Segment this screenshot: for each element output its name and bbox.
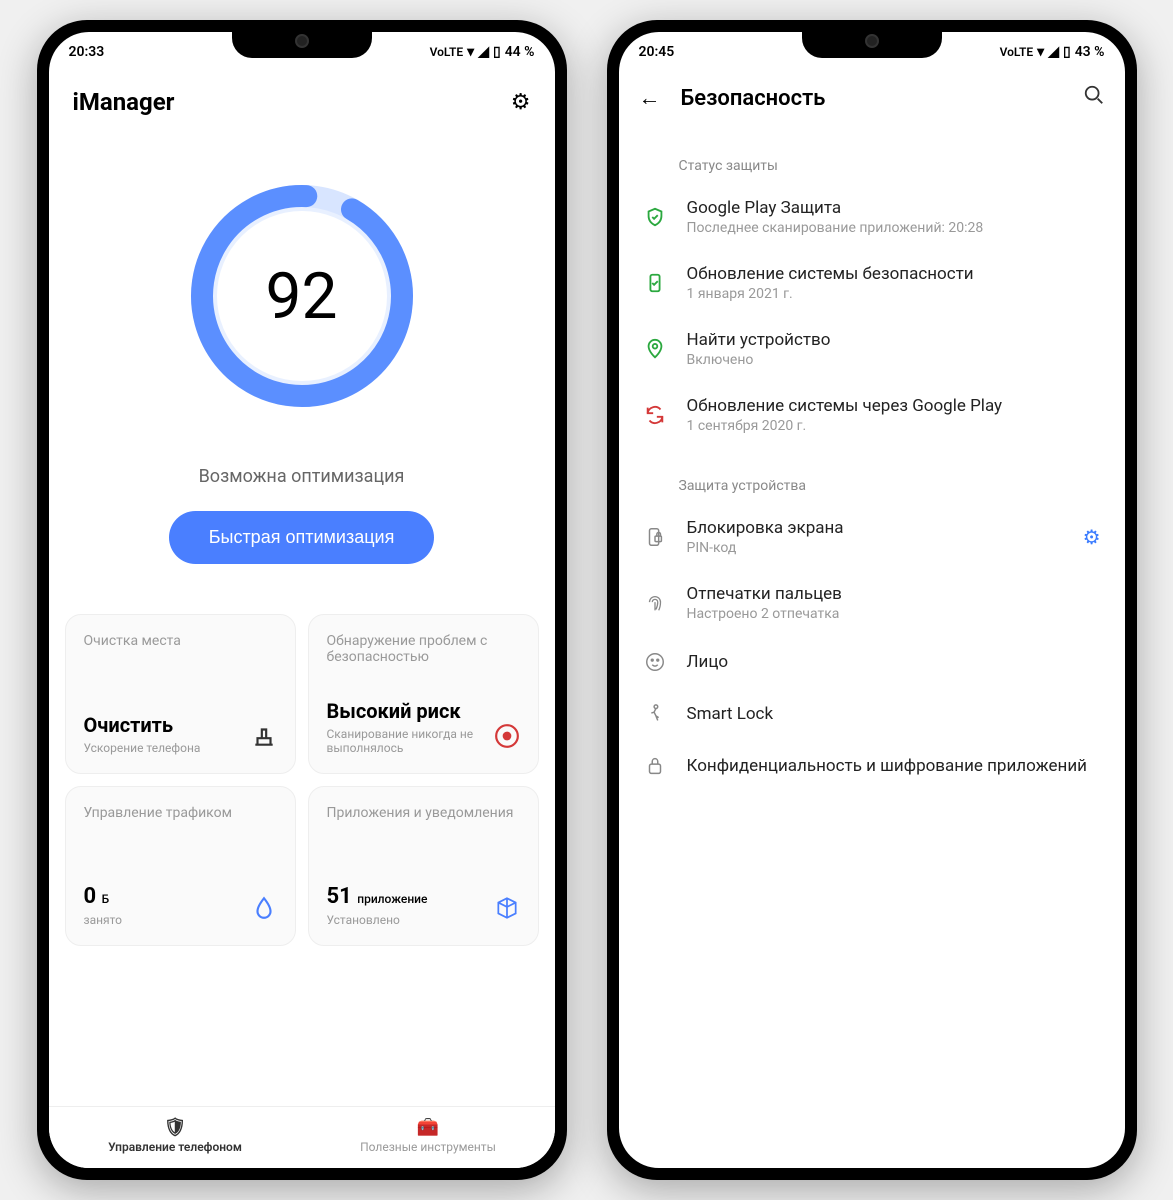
camera <box>865 34 879 48</box>
card-traffic[interactable]: Управление трафиком 0 Б занято <box>65 786 296 946</box>
row-privacy-encryption-title: Конфиденциальность и шифрование приложен… <box>687 756 1101 776</box>
battery-icon: ▯ <box>1063 44 1071 60</box>
card-clean-title: Очистить <box>84 713 251 737</box>
card-apps-sub: Установлено <box>327 913 494 927</box>
row-security-update-sub: 1 января 2021 г. <box>687 286 1101 302</box>
card-clean-header: Очистка места <box>84 633 277 649</box>
gauge: 92 <box>162 156 442 436</box>
gear-icon[interactable]: ⚙ <box>1083 525 1101 549</box>
cube-icon <box>494 895 520 927</box>
row-play-protect-sub: Последнее сканирование приложений: 20:28 <box>687 220 1101 236</box>
shield-icon: 🛡 <box>164 1117 187 1138</box>
drop-icon <box>251 895 277 927</box>
tab-tools-label: Полезные инструменты <box>360 1140 496 1154</box>
row-face[interactable]: Лицо <box>619 636 1125 688</box>
row-smart-lock[interactable]: Smart Lock <box>619 688 1125 740</box>
section-device-protection: Защита устройства <box>619 448 1125 504</box>
tab-manage-label: Управление телефоном <box>108 1140 242 1154</box>
wifi-icon: ▾ <box>467 44 474 60</box>
row-play-system-update-sub: 1 сентября 2020 г. <box>687 418 1101 434</box>
bottombar: 🛡 Управление телефоном 🧰 Полезные инстру… <box>49 1106 555 1168</box>
row-security-update-title: Обновление системы безопасности <box>687 264 1101 284</box>
status-time: 20:33 <box>69 44 105 60</box>
status-right: VoLTE ▾ ◢ ▯ 43 % <box>1000 44 1105 60</box>
card-apps-header: Приложения и уведомления <box>327 805 520 821</box>
phone-lock-icon <box>643 525 667 549</box>
card-traffic-header: Управление трафиком <box>84 805 277 821</box>
quick-optimize-button[interactable]: Быстрая оптимизация <box>169 511 435 564</box>
lte-icon: VoLTE <box>1000 45 1034 59</box>
card-security-sub: Сканирование никогда не выполнялось <box>327 727 494 755</box>
status-time: 20:45 <box>639 44 675 60</box>
cards-grid: Очистка места Очистить Ускорение телефон… <box>49 614 555 946</box>
row-screen-lock[interactable]: Блокировка экрана PIN-код ⚙ <box>619 504 1125 570</box>
row-fingerprints-sub: Настроено 2 отпечатка <box>687 606 1101 622</box>
wifi-icon: ▾ <box>1037 44 1044 60</box>
phone-check-icon <box>643 271 667 295</box>
fingerprint-icon <box>643 591 667 615</box>
search-icon[interactable] <box>1083 84 1105 112</box>
refresh-alert-icon <box>643 403 667 427</box>
card-traffic-sub: занято <box>84 913 251 927</box>
row-play-protect-title: Google Play Защита <box>687 198 1101 218</box>
phone-imanager: 20:33 VoLTE ▾ ◢ ▯ 44 % iManager ⚙ 92 <box>37 20 567 1180</box>
toolbox-icon: 🧰 <box>417 1117 439 1138</box>
row-smart-lock-title: Smart Lock <box>687 704 1101 724</box>
row-find-device[interactable]: Найти устройство Включено <box>619 316 1125 382</box>
card-clean-sub: Ускорение телефона <box>84 741 251 755</box>
row-find-device-sub: Включено <box>687 352 1101 368</box>
card-security-header: Обнаружение проблем с безопасностью <box>327 633 520 665</box>
row-privacy-encryption[interactable]: Конфиденциальность и шифрование приложен… <box>619 740 1125 792</box>
screen-security: 20:45 VoLTE ▾ ◢ ▯ 43 % ← Безопасность Ст… <box>619 32 1125 1168</box>
appbar: iManager ⚙ <box>49 68 555 136</box>
walk-icon <box>643 702 667 726</box>
phone-security: 20:45 VoLTE ▾ ◢ ▯ 43 % ← Безопасность Ст… <box>607 20 1137 1180</box>
card-security-title: Высокий риск <box>327 699 494 723</box>
location-icon <box>643 337 667 361</box>
face-icon <box>643 650 667 674</box>
tab-tools[interactable]: 🧰 Полезные инструменты <box>302 1107 555 1168</box>
card-clean[interactable]: Очистка места Очистить Ускорение телефон… <box>65 614 296 774</box>
screen-imanager: 20:33 VoLTE ▾ ◢ ▯ 44 % iManager ⚙ 92 <box>49 32 555 1168</box>
row-security-update[interactable]: Обновление системы безопасности 1 января… <box>619 250 1125 316</box>
battery-pct: 44 % <box>505 44 535 60</box>
row-screen-lock-title: Блокировка экрана <box>687 518 1063 538</box>
back-icon[interactable]: ← <box>639 85 661 111</box>
row-play-system-update[interactable]: Обновление системы через Google Play 1 с… <box>619 382 1125 448</box>
card-security[interactable]: Обнаружение проблем с безопасностью Высо… <box>308 614 539 774</box>
lock-icon <box>643 754 667 778</box>
card-traffic-value: 0 Б <box>84 884 251 909</box>
row-play-protect[interactable]: Google Play Защита Последнее сканировани… <box>619 184 1125 250</box>
lte-icon: VoLTE <box>430 45 464 59</box>
signal-icon: ◢ <box>478 44 489 60</box>
card-apps-value: 51 приложение <box>327 884 494 909</box>
target-icon <box>494 723 520 755</box>
battery-icon: ▯ <box>493 44 501 60</box>
gauge-score: 92 <box>217 211 387 381</box>
section-protection-status: Статус защиты <box>619 128 1125 184</box>
tab-manage[interactable]: 🛡 Управление телефоном <box>49 1107 302 1168</box>
broom-icon <box>251 723 277 755</box>
battery-pct: 43 % <box>1075 44 1105 60</box>
shield-check-icon <box>643 205 667 229</box>
page-title: Безопасность <box>681 86 1063 111</box>
topbar-security: ← Безопасность <box>619 68 1125 128</box>
row-fingerprints[interactable]: Отпечатки пальцев Настроено 2 отпечатка <box>619 570 1125 636</box>
row-find-device-title: Найти устройство <box>687 330 1101 350</box>
card-apps[interactable]: Приложения и уведомления 51 приложение У… <box>308 786 539 946</box>
row-face-title: Лицо <box>687 652 1101 672</box>
row-play-system-update-title: Обновление системы через Google Play <box>687 396 1101 416</box>
status-right: VoLTE ▾ ◢ ▯ 44 % <box>430 44 535 60</box>
camera <box>295 34 309 48</box>
signal-icon: ◢ <box>1048 44 1059 60</box>
row-fingerprints-title: Отпечатки пальцев <box>687 584 1101 604</box>
row-screen-lock-sub: PIN-код <box>687 540 1063 556</box>
settings-icon[interactable]: ⚙ <box>511 90 531 115</box>
app-title: iManager <box>73 88 175 116</box>
optimization-hint: Возможна оптимизация <box>199 466 405 487</box>
gauge-section: 92 Возможна оптимизация Быстрая оптимиза… <box>49 136 555 594</box>
